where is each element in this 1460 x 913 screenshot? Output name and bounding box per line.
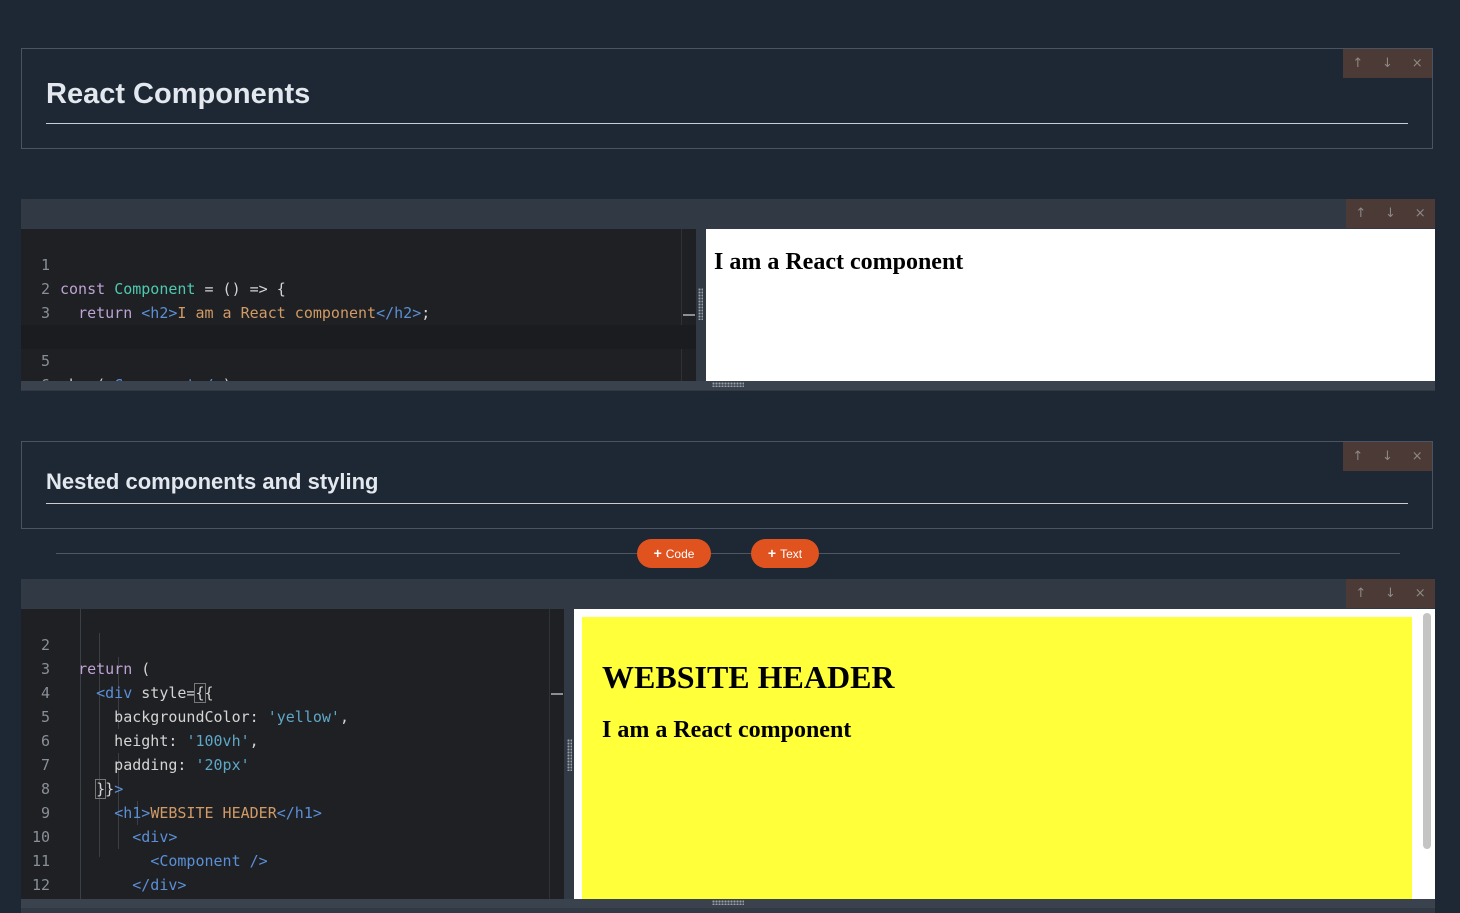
cell-heading: React Components — [46, 78, 311, 110]
output-preview: WEBSITE HEADER I am a React component — [574, 609, 1435, 899]
code-line: 6 — [21, 349, 696, 381]
code-line: 7 — [21, 373, 696, 381]
preview-component-text: I am a React component — [714, 249, 964, 275]
add-code-label: Code — [665, 547, 695, 561]
code-line: 12 </div> — [21, 849, 564, 894]
move-down-icon[interactable]: ↓ — [1379, 579, 1401, 608]
cell-controls: ↑ ↓ × — [1343, 49, 1432, 78]
delete-icon[interactable]: × — [1409, 579, 1431, 608]
cell-toolbar — [21, 579, 1435, 609]
code-line: 9 <div> — [21, 777, 564, 846]
output-preview: I am a React component — [706, 229, 1435, 381]
code-line: 1 const Component = () => { — [21, 229, 696, 298]
code-line: 13 ); — [21, 873, 564, 897]
add-text-label: Text — [780, 547, 803, 561]
delete-icon[interactable]: × — [1409, 199, 1431, 228]
move-up-icon[interactable]: ↑ — [1350, 579, 1372, 608]
cell-controls: ↑ ↓ × — [1346, 579, 1435, 608]
resize-handle-vertical[interactable] — [698, 288, 703, 320]
resize-handle-vertical[interactable] — [567, 739, 572, 771]
text-cell-nested-components[interactable]: Nested components and styling ↑ ↓ × — [21, 441, 1433, 529]
cell-controls: ↑ ↓ × — [1346, 199, 1435, 228]
add-text-button[interactable]: + Text — [751, 539, 819, 568]
code-line: 7 }}> — [21, 729, 564, 799]
plus-icon: + — [767, 545, 777, 561]
preview-component-text: I am a React component — [602, 717, 852, 743]
code-cell-1: ↑ ↓ × 1 const Component = () => { 2 retu… — [21, 199, 1435, 391]
code-line: 11 </div> — [21, 825, 564, 894]
plus-icon: + — [653, 545, 662, 561]
scroll-marker — [551, 693, 563, 695]
website-header: WEBSITE HEADER — [602, 659, 895, 695]
move-up-icon[interactable]: ↑ — [1347, 442, 1369, 471]
code-line: 8 <h1>WEBSITE HEADER</h1> — [21, 753, 564, 822]
resize-handle-horizontal[interactable] — [712, 900, 744, 905]
move-down-icon[interactable]: ↓ — [1376, 49, 1398, 78]
text-cell-react-components[interactable]: React Components ↑ ↓ × — [21, 48, 1433, 149]
notebook: React Components ↑ ↓ × ↑ ↓ × 1 const Com… — [0, 0, 1460, 913]
code-line: 3 <div style={{ — [21, 633, 564, 703]
move-up-icon[interactable]: ↑ — [1350, 199, 1372, 228]
cell-heading: Nested components and styling — [46, 469, 379, 494]
code-line: 6 padding: '20px' — [21, 705, 564, 774]
code-line-active: 5 show(<Component />); — [21, 325, 696, 381]
add-code-button[interactable]: + Code — [637, 539, 711, 568]
cell-controls: ↑ ↓ × — [1343, 442, 1432, 471]
code-line: 2 return ( — [21, 609, 564, 678]
code-line: 10 <Component /> — [21, 801, 564, 870]
resize-handle-horizontal[interactable] — [712, 382, 744, 387]
code-line: 4 — [21, 301, 696, 346]
preview-scrollbar[interactable] — [1423, 613, 1431, 849]
code-cell-2: ↑ ↓ × 2 return ( 3 <div style={{ 4 backg… — [21, 579, 1435, 913]
code-editor[interactable]: 2 return ( 3 <div style={{ 4 backgroundC… — [21, 609, 564, 899]
yellow-container: WEBSITE HEADER I am a React component — [582, 617, 1412, 899]
code-line: 2 return <h2>I am a React component</h2>… — [21, 253, 696, 322]
delete-icon[interactable]: × — [1406, 49, 1428, 78]
move-up-icon[interactable]: ↑ — [1347, 49, 1369, 78]
move-down-icon[interactable]: ↓ — [1379, 199, 1401, 228]
code-line: 4 backgroundColor: 'yellow', — [21, 657, 564, 726]
move-down-icon[interactable]: ↓ — [1376, 442, 1398, 471]
heading-underline — [46, 123, 1408, 124]
heading-underline — [46, 503, 1408, 504]
delete-icon[interactable]: × — [1406, 442, 1428, 471]
scroll-marker — [683, 314, 695, 316]
code-editor[interactable]: 1 const Component = () => { 2 return <h2… — [21, 229, 696, 381]
code-line: 5 height: '100vh', — [21, 681, 564, 750]
cell-toolbar — [21, 199, 1435, 229]
code-line: 3 }; — [21, 277, 696, 346]
add-cell-divider — [56, 553, 1400, 554]
